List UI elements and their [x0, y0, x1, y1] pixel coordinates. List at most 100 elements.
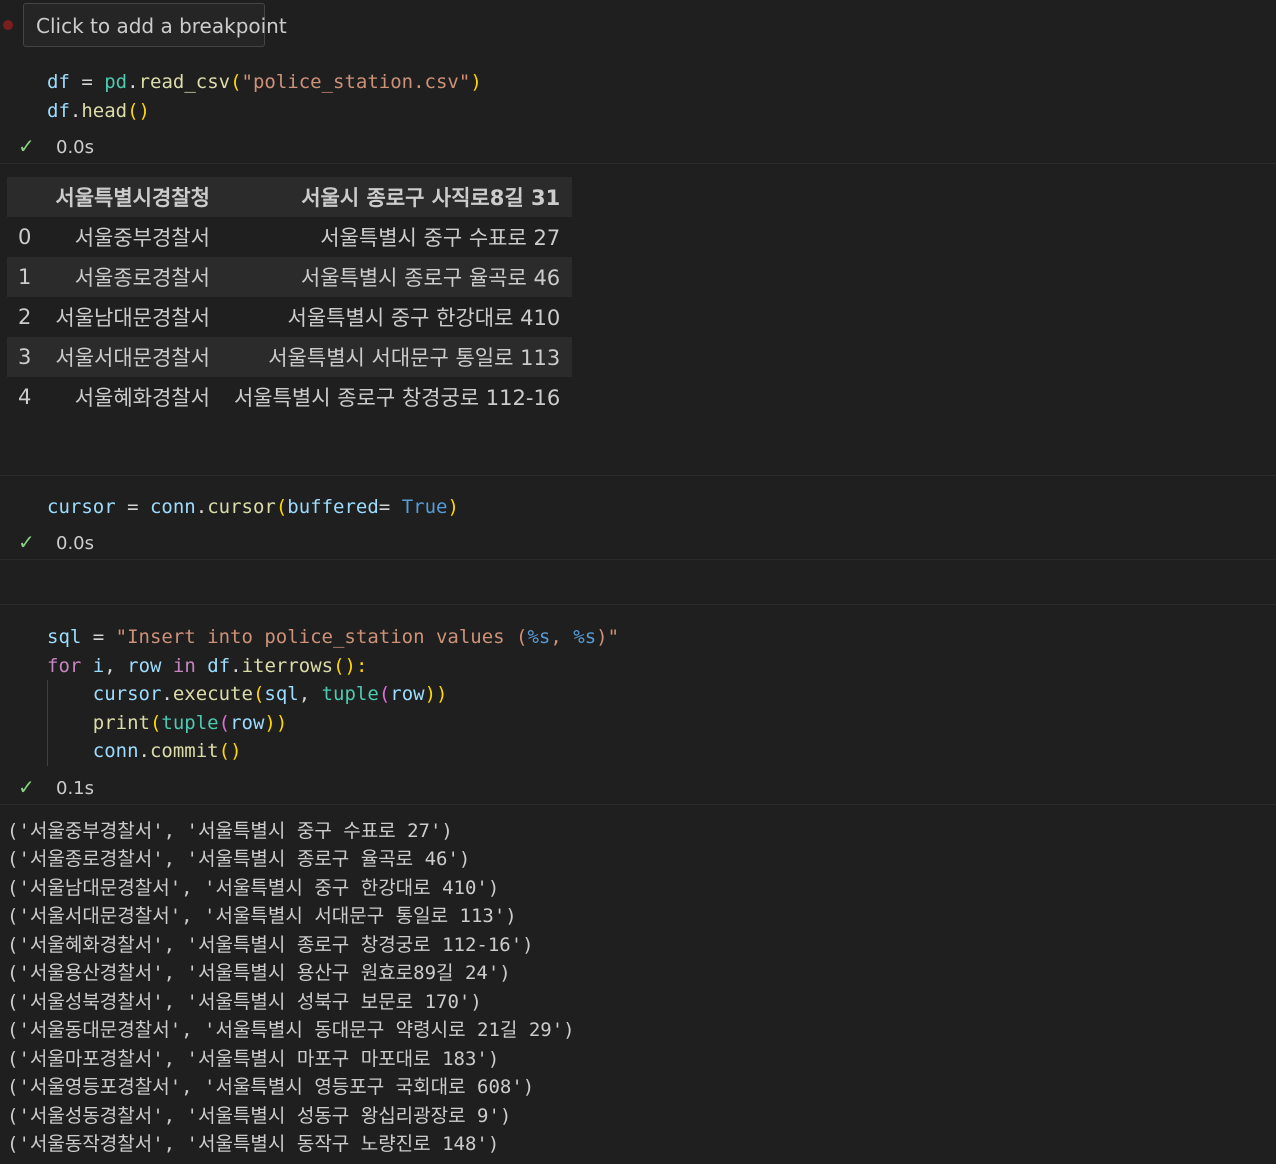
code-token: ,: [550, 626, 574, 648]
code-token: buffered: [287, 496, 379, 518]
table-cell: 서울서대문경찰서: [55, 346, 210, 370]
execution-time: 0.1s: [56, 778, 95, 799]
table-header-cell: [7, 177, 43, 217]
code-token: =: [69, 71, 105, 93]
code-token: read_csv: [138, 71, 231, 93]
code-token: (: [275, 496, 288, 518]
code-token: conn: [149, 496, 196, 518]
code-token: "Insert into police_station values (: [115, 626, 528, 648]
code-token: df: [47, 100, 70, 122]
code-line[interactable]: df.head(): [47, 97, 150, 125]
breakpoint-glyph[interactable]: [3, 20, 13, 30]
output-line: ('서울중부경찰서', '서울특별시 중구 수표로 27'): [7, 820, 453, 842]
code-token: (: [149, 712, 162, 734]
code-token: execute: [172, 683, 253, 705]
cell-output-divider: [0, 804, 1276, 805]
code-token: =: [378, 496, 402, 518]
code-token: commit: [149, 740, 219, 762]
output-line: ('서울동작경찰서', '서울특별시 동작구 노량진로 148'): [7, 1133, 500, 1155]
code-token: row: [127, 655, 162, 677]
table-row: 1 서울종로경찰서 서울특별시 종로구 율곡로 46: [7, 257, 573, 297]
output-line: ('서울종로경찰서', '서울특별시 종로구 율곡로 46'): [7, 848, 471, 870]
code-token: %s: [573, 626, 597, 648]
code-token: (: [218, 712, 231, 734]
table-index-cell: 1: [18, 265, 32, 289]
code-line[interactable]: print(tuple(row)): [47, 709, 288, 737]
code-line[interactable]: df = pd.read_csv("police_station.csv"): [47, 68, 482, 96]
code-token: (): [127, 100, 150, 122]
code-token: i: [92, 655, 105, 677]
code-token: tuple: [321, 683, 379, 705]
breakpoint-tooltip: Click to add a breakpoint: [23, 3, 287, 47]
code-token: ): [470, 71, 482, 93]
table-row: 2 서울남대문경찰서 서울특별시 중구 한강대로 410: [7, 297, 572, 337]
code-token: print: [92, 712, 150, 734]
table-cell: 서울특별시 종로구 창경궁로 112-16: [233, 386, 561, 410]
output-line: ('서울성북경찰서', '서울특별시 성북구 보문로 170'): [7, 991, 482, 1013]
code-token: cursor: [47, 496, 116, 518]
table-index-cell: 0: [18, 225, 32, 249]
code-token: df: [207, 655, 231, 677]
code-token: ():: [333, 655, 368, 677]
code-line[interactable]: for i, row in df.iterrows():: [47, 652, 367, 680]
code-token: (: [378, 683, 391, 705]
output-line: ('서울서대문경찰서', '서울특별시 서대문구 통일로 113'): [7, 905, 517, 927]
code-token: %s: [527, 626, 551, 648]
code-token: sql: [47, 626, 82, 648]
output-line: ('서울마포경찰서', '서울특별시 마포구 마포대로 183'): [7, 1048, 500, 1070]
checkmark-icon: ✓: [18, 775, 35, 799]
table-header-cell: 서울시 종로구 사직로8길 31: [301, 186, 561, 210]
output-line: ('서울남대문경찰서', '서울특별시 중구 한강대로 410'): [7, 877, 500, 899]
code-token: True: [401, 496, 448, 518]
code-line[interactable]: cursor.execute(sql, tuple(row)): [47, 680, 448, 708]
code-token: .: [161, 683, 173, 705]
code-token: tuple: [161, 712, 219, 734]
code-token: ,: [104, 655, 128, 677]
code-token: )): [424, 683, 448, 705]
code-token: row: [390, 683, 425, 705]
output-line: ('서울용산경찰서', '서울특별시 용산구 원효로89길 24'): [7, 962, 511, 984]
code-token: .: [230, 655, 242, 677]
code-line[interactable]: cursor = conn.cursor(buffered= True): [47, 493, 459, 521]
cell-divider: [0, 559, 1276, 560]
code-token: iterrows: [241, 655, 334, 677]
code-line[interactable]: sql = "Insert into police_station values…: [47, 623, 619, 651]
checkmark-icon: ✓: [18, 134, 35, 158]
output-line: ('서울혜화경찰서', '서울특별시 종로구 창경궁로 112-16'): [7, 934, 534, 956]
code-token: =: [115, 496, 150, 518]
dataframe-table: 서울특별시경찰청 서울시 종로구 사직로8길 31 0 서울중부경찰서 서울특별…: [7, 177, 573, 417]
table-index-cell: 2: [18, 305, 32, 329]
code-token: .: [138, 740, 150, 762]
code-token: conn: [92, 740, 139, 762]
code-token: (: [230, 71, 242, 93]
code-token: (: [252, 683, 265, 705]
cell-divider: [0, 604, 1276, 605]
table-cell: 서울남대문경찰서: [55, 306, 210, 330]
code-token: cursor: [207, 496, 276, 518]
table-cell: 서울특별시 중구 수표로 27: [320, 226, 561, 250]
output-line: ('서울동대문경찰서', '서울특별시 동대문구 약령시로 21길 29'): [7, 1019, 575, 1041]
table-row: 3 서울서대문경찰서 서울특별시 서대문구 통일로 113: [7, 337, 573, 377]
execution-time: 0.0s: [56, 533, 95, 554]
code-token: pd: [104, 71, 128, 93]
code-line[interactable]: conn.commit(): [47, 737, 242, 765]
table-row: 4 서울혜화경찰서 서울특별시 종로구 창경궁로 112-16: [7, 377, 572, 417]
table-cell: 서울혜화경찰서: [74, 386, 210, 410]
checkmark-icon: ✓: [18, 530, 35, 554]
code-token: ,: [298, 683, 322, 705]
code-token: =: [81, 626, 116, 648]
code-token: (): [218, 740, 242, 762]
code-token: sql: [264, 683, 299, 705]
table-cell: 서울특별시 서대문구 통일로 113: [268, 346, 561, 370]
code-token: ): [447, 496, 459, 518]
cell-divider: [0, 475, 1276, 476]
code-token: cursor: [92, 683, 162, 705]
code-token: df: [47, 71, 70, 93]
table-cell: 서울종로경찰서: [74, 266, 210, 290]
